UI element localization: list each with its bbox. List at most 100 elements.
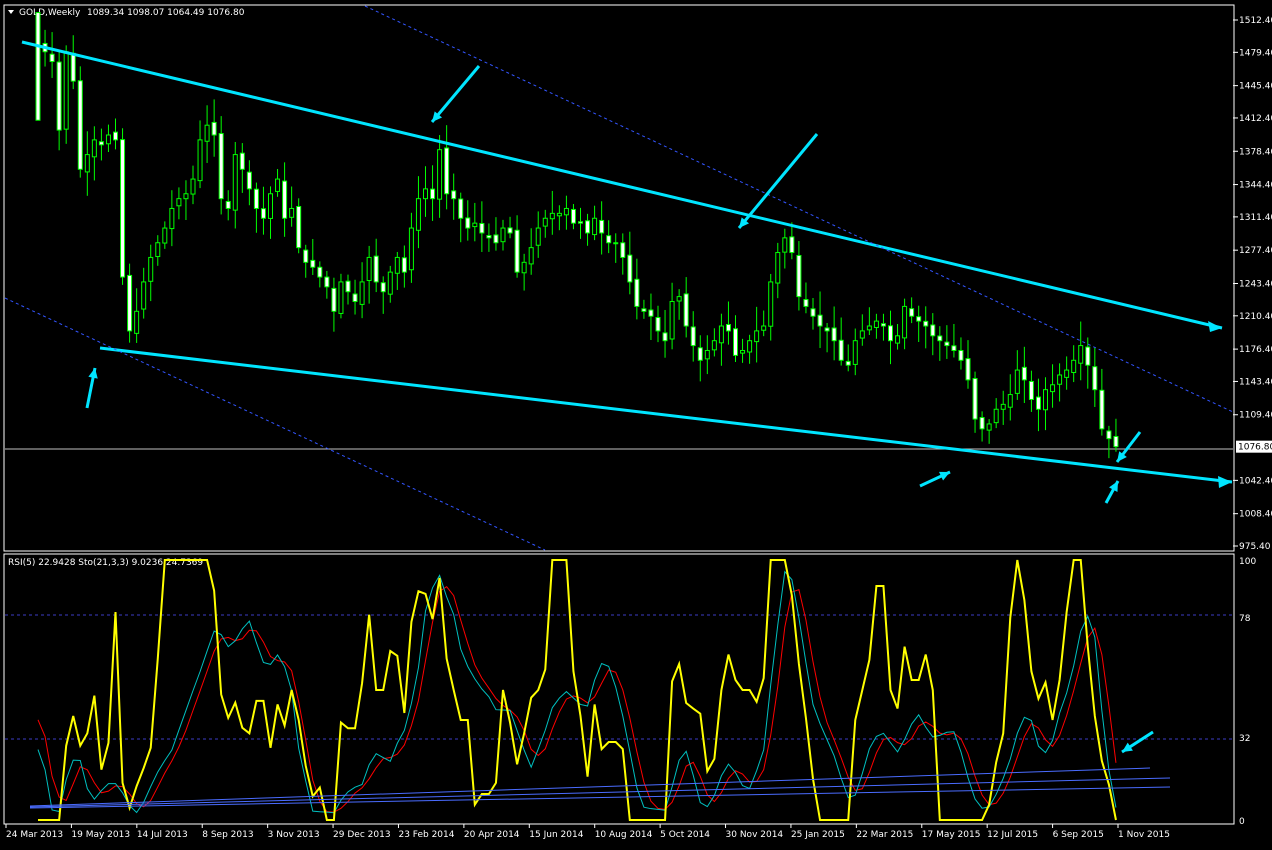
candle-down [451,190,457,200]
candle-down [641,308,647,312]
candle-down [239,152,245,170]
candle-up [895,335,901,344]
candle-down [958,350,964,361]
price-tick-label: 1412.40 [1239,114,1272,124]
arrow-down-left-2[interactable] [737,133,819,229]
lower-trendline[interactable] [99,346,1233,484]
candle-down [303,249,309,263]
candle-up [338,281,344,314]
indicator-support-line-3[interactable] [29,786,1171,809]
candle-down [444,147,450,195]
indicator-support-line-1[interactable] [29,767,1151,807]
candle-down [514,229,520,273]
candle-down [972,378,978,420]
candle-down [951,345,957,351]
indicator-lines [29,559,1171,821]
candle-down [70,52,76,82]
indicator-axis: 100 78 32 0 [1239,557,1256,827]
candle-down [620,242,626,258]
candle-down [296,206,302,249]
candle-down [570,208,576,224]
candle-up [197,139,203,182]
candle-down [430,188,436,200]
time-tick-label: 23 Feb 2014 [398,830,454,840]
candle-down [1099,389,1105,430]
candle-up [84,154,90,173]
candle-up [1000,403,1006,410]
chart-window[interactable]: GOLD,Weekly 1089.34 1098.07 1064.49 1076… [0,0,1272,846]
upper-channel-dashed[interactable] [364,5,1234,413]
candle-down [120,139,126,278]
candle-up [549,212,555,220]
candle-up [873,320,879,328]
candle-up [747,340,753,353]
indicator-tick-label: 0 [1239,817,1245,827]
time-tick-label: 6 Sep 2015 [1053,830,1104,840]
candle-up [669,301,675,340]
candle-down [810,308,816,317]
indicator-tick-label: 32 [1239,734,1250,744]
candle-down [1021,366,1027,381]
candle-up [63,51,69,130]
arrow-right-2 [1218,476,1232,488]
ohlc-header: 1089.34 1098.07 1064.49 1076.80 [87,8,245,18]
chart-svg[interactable]: GOLD,Weekly 1089.34 1098.07 1064.49 1076… [0,0,1272,846]
candle-down [824,327,830,332]
candle-up [613,242,619,245]
candle-down [930,324,936,337]
time-tick-label: 14 Jul 2013 [137,830,188,840]
arrow-down-left-1[interactable] [430,65,481,123]
time-tick-label: 17 May 2015 [922,830,981,840]
candle-down [662,332,668,342]
indicator-tick-label: 100 [1239,557,1256,567]
candle-down [218,133,224,200]
symbol-header: GOLD,Weekly [19,8,81,18]
candle-down [803,299,809,307]
candle-up [761,325,767,331]
candle-up [91,139,97,158]
candle-up [1078,345,1084,364]
candle-down [845,360,851,366]
candle-down [486,235,492,239]
candle-up [866,325,872,331]
candle-up [704,349,710,360]
candle-up [556,212,562,217]
candle-up [500,227,506,243]
time-tick-label: 1 Nov 2015 [1118,830,1170,840]
price-tick-label: 1344.40 [1239,181,1272,191]
candle-up [528,247,534,265]
time-tick-label: 3 Nov 2013 [268,830,320,840]
time-tick-label: 10 Aug 2014 [595,830,653,840]
candle-down [98,141,104,146]
candle-down [49,53,55,63]
candle-down [56,61,62,131]
candle-up [423,188,428,200]
price-tick-label: 1176.40 [1239,345,1272,355]
time-tick-label: 30 Nov 2014 [726,830,784,840]
candle-down [796,254,802,298]
price-tick-label: 1008.40 [1239,510,1272,520]
candle-up [542,217,548,227]
price-tick-label: 1512.40 [1239,16,1272,26]
candle-down [634,278,640,307]
symbol-dropdown-icon[interactable] [8,10,14,14]
candle-down [458,198,464,219]
upper-trendline[interactable] [21,40,1223,330]
candle-down [733,328,738,356]
candle-down [1106,430,1112,440]
candle-down [1092,366,1098,391]
candle-up [521,261,527,274]
indicator-support-line-2[interactable] [29,777,1171,808]
candle-up [676,296,682,302]
candle-down [648,309,654,317]
candle-up [754,330,760,343]
time-tick-label: 19 May 2013 [71,830,130,840]
lower-channel-dashed[interactable] [4,297,546,551]
candle-down [838,339,844,361]
candle-up [1014,369,1020,394]
candle-down [211,121,217,136]
candle-up [268,193,273,219]
candle-down [578,221,583,224]
candle-down [493,234,499,244]
rsi-line [38,559,1117,821]
